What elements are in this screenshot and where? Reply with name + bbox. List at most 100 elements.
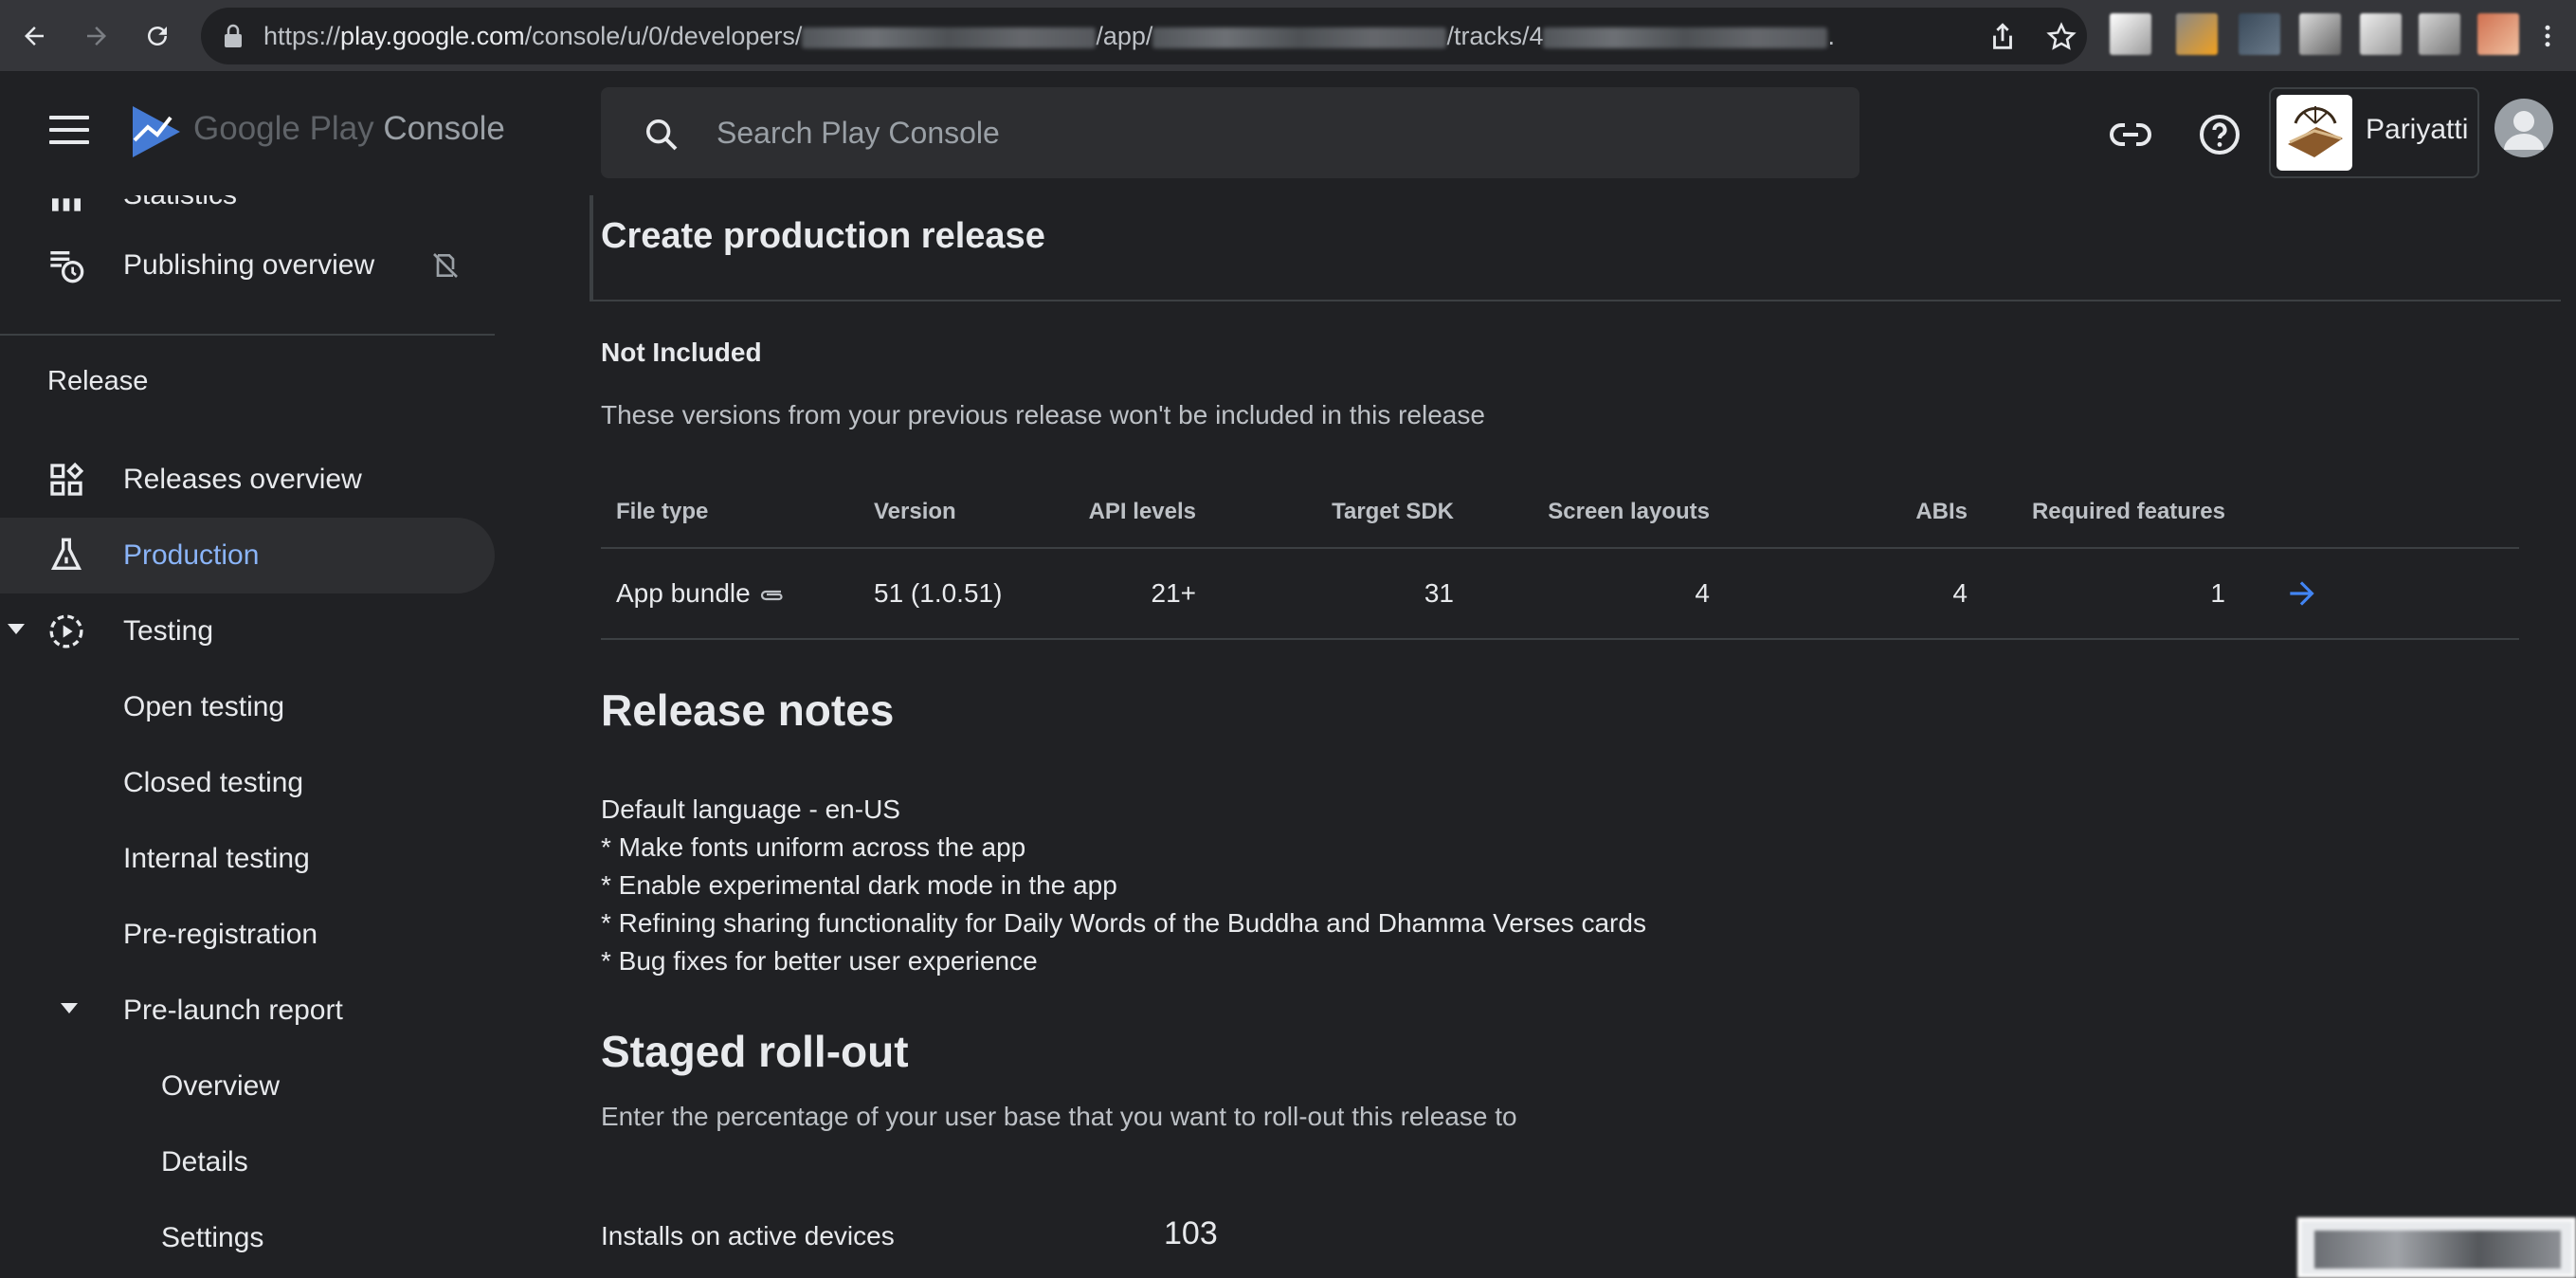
testing-icon [49,614,83,648]
expand-caret-icon[interactable] [61,1003,78,1013]
floating-widget[interactable] [2297,1217,2576,1278]
sidebar-item-label: Overview [161,1070,281,1102]
sidebar-item-closed-testing[interactable]: Closed testing [0,745,495,821]
back-button[interactable] [11,13,57,59]
release-notes-line: * Enable experimental dark mode in the a… [601,870,1117,900]
column-header-required-features: Required features [1969,476,2227,549]
dashboard-icon [50,462,84,496]
sidebar-item-settings[interactable]: Settings [0,1200,495,1276]
developer-name: Pariyatti [2366,114,2469,145]
column-header-action [2227,476,2519,549]
sidebar-item-production[interactable]: Production [0,518,495,593]
app-header: Google Play Console Pariyatti [0,72,2576,195]
play-console-logo[interactable] [125,100,188,163]
sidebar-item-label: Testing [123,615,214,647]
star-icon[interactable] [2045,21,2077,53]
sidebar-item-label: Pre-registration [123,919,318,950]
cell-api-levels: 21+ [1041,548,1198,640]
sidebar-item-internal-testing[interactable]: Internal testing [0,821,495,897]
app-bundles-table: File type Version API levels Target SDK … [601,476,2519,640]
link-icon[interactable] [2108,112,2153,157]
sidebar: Statistics Publishing overview Release R… [0,195,495,1278]
sidebar-item-label: Closed testing [123,767,304,798]
extension-icon[interactable] [2419,13,2460,55]
main-content: Create production release Not Included T… [590,195,2576,1278]
developer-logo [2277,95,2352,171]
help-icon[interactable] [2197,112,2242,157]
lock-icon [225,24,242,47]
share-icon[interactable] [1986,21,2019,53]
cell-target-sdk: 31 [1198,548,1456,640]
page-title: Create production release [601,216,1045,256]
release-notes-heading: Release notes [601,685,895,735]
column-header-screen-layouts: Screen layouts [1456,476,1712,549]
sidebar-item-testing[interactable]: Testing [0,593,495,669]
browser-menu-button[interactable] [2525,13,2570,59]
staged-rollout-description: Enter the percentage of your user base t… [601,1102,1517,1131]
forward-button[interactable] [74,13,119,59]
extension-icon[interactable] [2360,13,2402,55]
sidebar-item-label: Releases overview [123,464,362,495]
sidebar-item-pre-registration[interactable]: Pre-registration [0,897,495,973]
column-header-version: Version [859,476,1041,549]
table-row[interactable]: App bundle 51 (1.0.51) 21+ 31 4 4 1 [601,548,2519,640]
extension-icon[interactable] [2239,13,2280,55]
avatar[interactable] [2494,99,2553,157]
cell-required-features: 1 [1969,548,2227,640]
table-header-row: File type Version API levels Target SDK … [601,476,2519,549]
reload-button[interactable] [135,13,180,59]
extension-icon[interactable] [2110,13,2151,55]
release-notes-line: * Bug fixes for better user experience [601,946,1038,976]
column-header-api-levels: API levels [1041,476,1198,549]
search-input[interactable] [717,87,1806,178]
expand-caret-icon[interactable] [8,624,25,634]
not-included-description: These versions from your previous releas… [601,400,1485,429]
not-included-heading: Not Included [601,338,762,367]
search-bar[interactable] [601,87,1859,178]
sidebar-item-label: Details [161,1146,248,1178]
column-header-abis: ABIs [1712,476,1969,549]
title-accent-bar [590,195,593,301]
attachment-icon [760,590,783,600]
sidebar-item-pre-launch-report[interactable]: Pre-launch report [0,973,495,1049]
page-title-bar: Create production release [590,195,2561,301]
more-vert-icon [2545,25,2550,47]
sidebar-item-label: Production [123,539,260,571]
menu-icon[interactable] [49,116,89,152]
address-bar[interactable]: https://play.google.com/console/u/0/deve… [201,8,2087,64]
extension-icon[interactable] [2176,13,2218,55]
developer-account-switcher[interactable]: Pariyatti [2269,87,2479,178]
staged-rollout-heading: Staged roll-out [601,1027,909,1076]
bar-chart-icon [52,198,81,211]
managed-publishing-off-icon [433,253,458,278]
reload-icon [148,27,167,46]
sidebar-item-open-testing[interactable]: Open testing [0,669,495,745]
sidebar-item-details[interactable]: Details [0,1124,495,1200]
sidebar-item-releases-overview[interactable]: Releases overview [0,442,495,518]
installs-label: Installs on active devices [601,1221,895,1251]
publishing-schedule-icon [50,251,84,283]
release-notes-line: * Refining sharing functionality for Dai… [601,908,1646,938]
url-text: https://play.google.com/console/u/0/deve… [263,22,1835,50]
sidebar-item-label: Publishing overview [123,249,375,281]
browser-toolbar: https://play.google.com/console/u/0/deve… [0,0,2576,72]
sidebar-item-publishing-overview[interactable]: Publishing overview [0,228,495,303]
sidebar-item-label: Open testing [123,691,285,722]
extension-icon[interactable] [2477,13,2519,55]
cell-file-type: App bundle [601,548,859,640]
arrow-forward-icon[interactable] [2284,575,2320,612]
search-icon [646,119,678,151]
sidebar-divider [0,334,495,336]
cell-version: 51 (1.0.51) [859,548,1041,640]
sidebar-section-title: Release [47,366,149,396]
sidebar-item-label: Internal testing [123,843,310,874]
cell-screen-layouts: 4 [1456,548,1712,640]
sidebar-item-overview[interactable]: Overview [0,1049,495,1124]
release-notes-line: Default language - en-US [601,794,900,824]
installs-value: 103 [1164,1215,1218,1251]
extension-icon[interactable] [2299,13,2341,55]
cell-action[interactable] [2227,548,2519,640]
column-header-target-sdk: Target SDK [1198,476,1456,549]
release-notes-line: * Make fonts uniform across the app [601,832,1026,862]
flask-icon [50,538,82,570]
